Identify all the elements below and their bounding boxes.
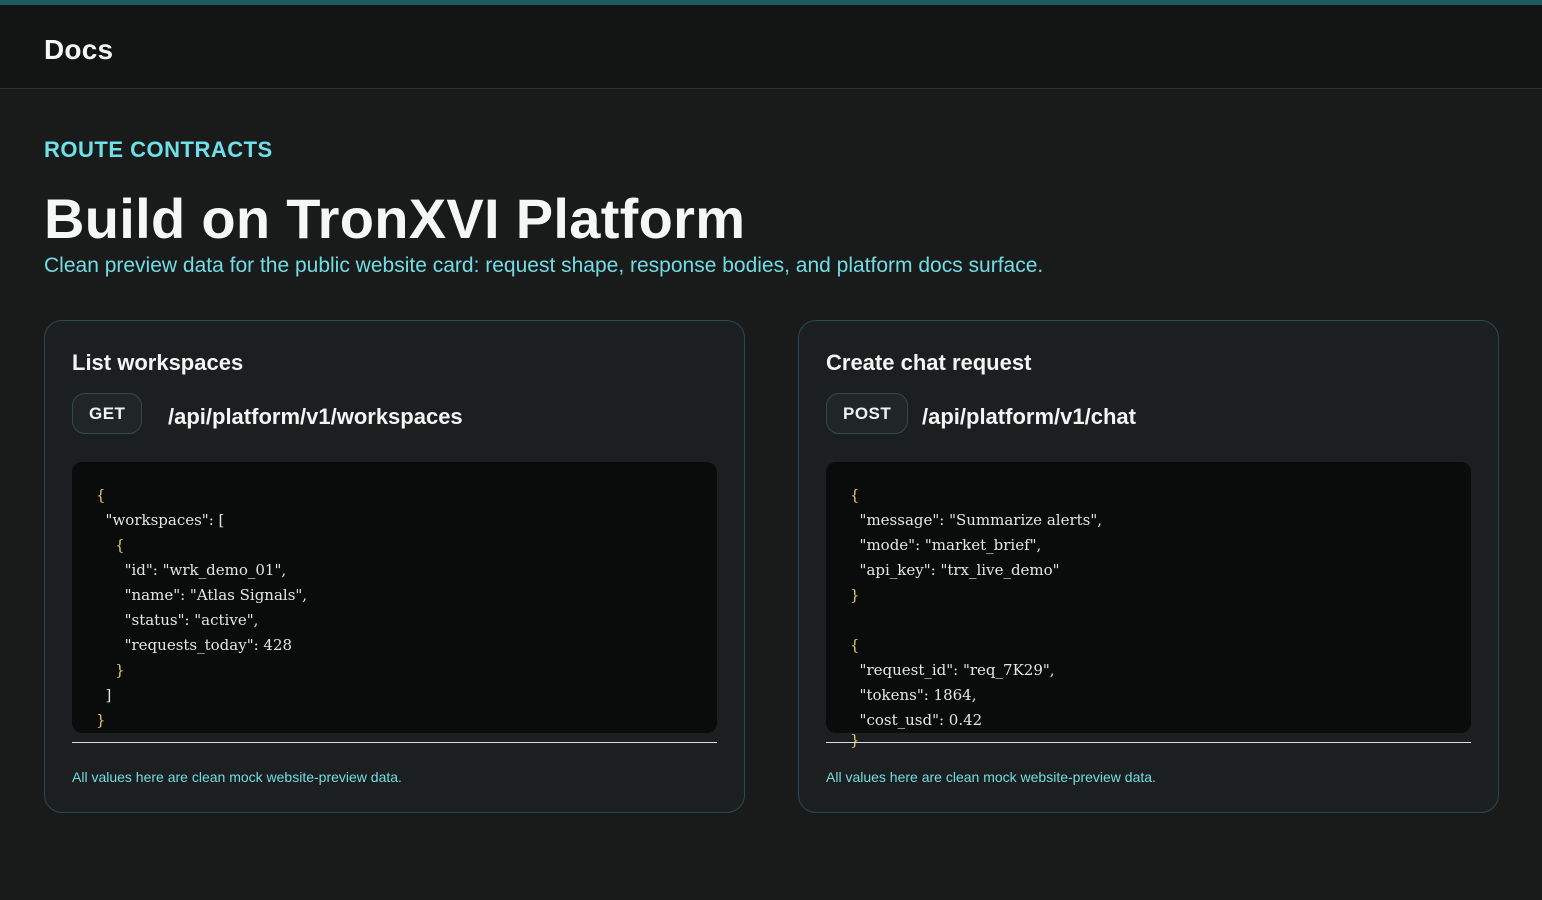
code-line: "api_key": "trx_live_demo" [859, 561, 1060, 579]
code-brace: } [115, 661, 125, 679]
code-line: "request_id": "req_7K29", [859, 661, 1055, 679]
code-line: ] [105, 686, 112, 704]
code-line: "cost_usd": 0.42 [859, 711, 983, 729]
http-method-badge: GET [72, 393, 143, 434]
code-line: "name": "Atlas Signals", [124, 586, 308, 604]
top-navigation-bar: Docs [0, 5, 1542, 89]
code-brace: { [96, 486, 106, 504]
endpoint-card-list-workspaces: List workspaces GET /api/platform/v1/wor… [44, 320, 745, 813]
card-divider [826, 742, 1471, 743]
code-brace: { [115, 536, 125, 554]
code-line: "workspaces": [ [105, 511, 225, 529]
code-block: { "workspaces": [ { "id": "wrk_demo_01",… [72, 462, 717, 733]
code-line: "tokens": 1864, [859, 686, 977, 704]
code-brace: } [850, 733, 860, 749]
code-line: "id": "wrk_demo_01", [124, 561, 287, 579]
page-title: Build on TronXVI Platform [44, 187, 746, 250]
card-title: List workspaces [72, 350, 244, 375]
code-brace: { [850, 486, 860, 504]
card-footnote: All values here are clean mock website-p… [72, 769, 402, 785]
endpoint-path: /api/platform/v1/workspaces [168, 404, 463, 429]
code-line: "message": "Summarize alerts", [859, 511, 1103, 529]
code-content-overflow: } [850, 733, 860, 753]
code-brace: } [850, 586, 860, 604]
code-content: { "workspaces": [ { "id": "wrk_demo_01",… [96, 483, 307, 733]
code-content: { "message": "Summarize alerts", "mode":… [850, 483, 1102, 733]
code-line: "status": "active", [124, 611, 259, 629]
endpoint-path: /api/platform/v1/chat [922, 404, 1136, 429]
code-overflow: } [826, 733, 1471, 753]
http-method-badge: POST [826, 393, 909, 434]
page-subtitle: Clean preview data for the public websit… [44, 254, 1044, 277]
endpoint-card-create-chat: Create chat request POST /api/platform/v… [798, 320, 1499, 813]
code-brace: { [850, 636, 860, 654]
brand-logo-text[interactable]: Docs [44, 34, 113, 66]
code-block: { "message": "Summarize alerts", "mode":… [826, 462, 1471, 733]
code-brace: } [96, 711, 106, 729]
code-line: "mode": "market_brief", [859, 536, 1042, 554]
card-divider [72, 742, 717, 743]
card-title: Create chat request [826, 350, 1032, 375]
card-footnote: All values here are clean mock website-p… [826, 769, 1156, 785]
section-eyebrow: ROUTE CONTRACTS [44, 137, 273, 162]
code-line: "requests_today": 428 [124, 636, 293, 654]
